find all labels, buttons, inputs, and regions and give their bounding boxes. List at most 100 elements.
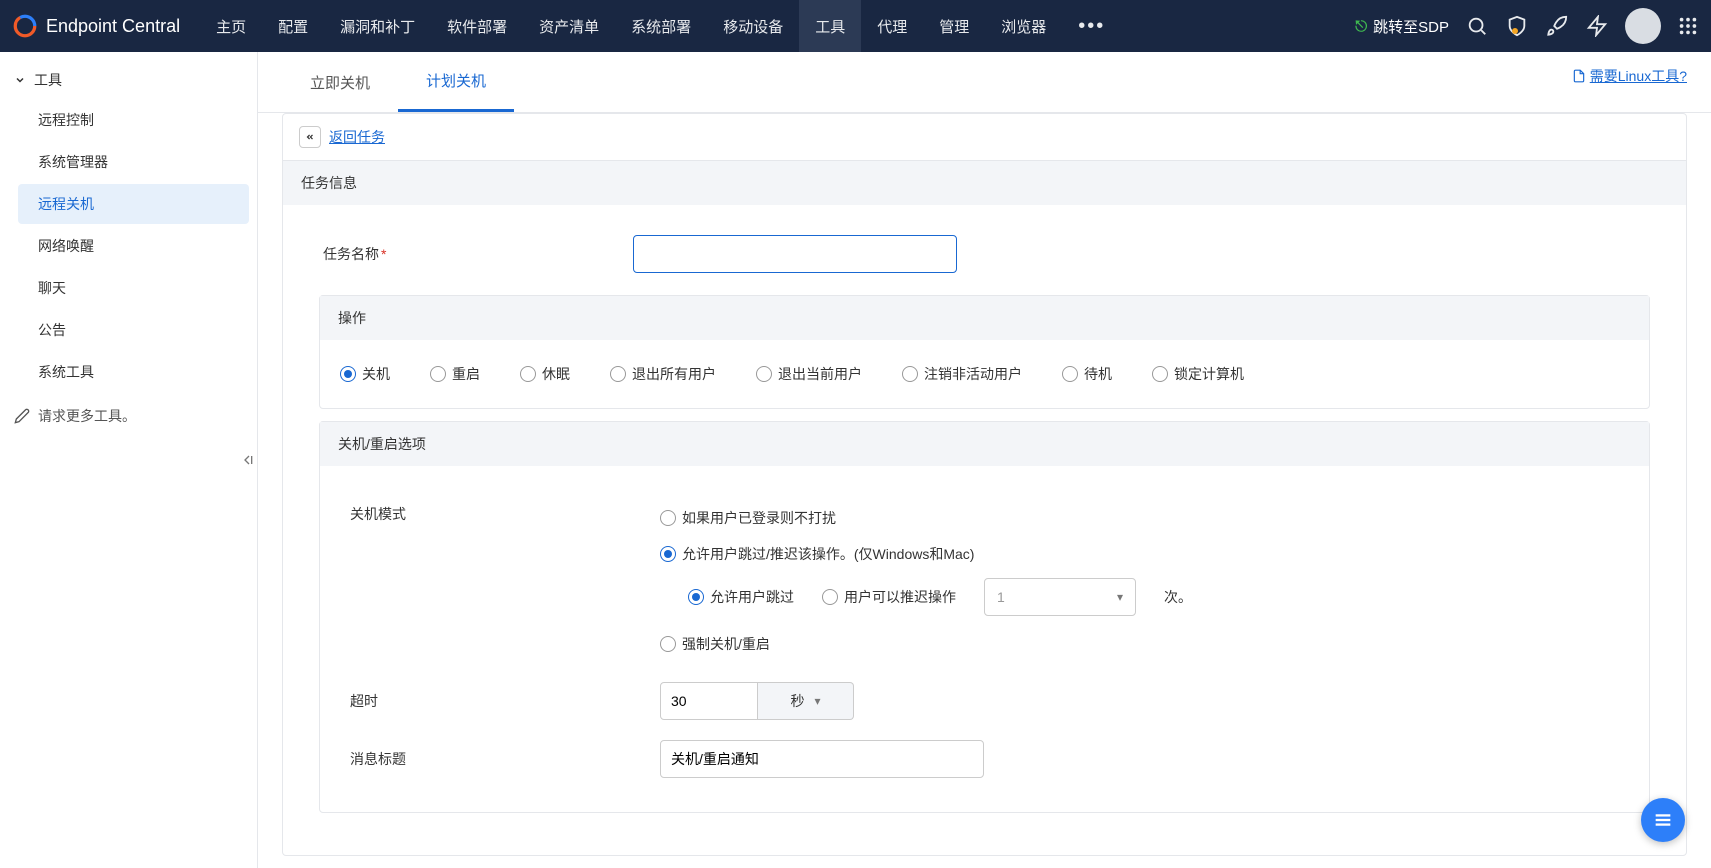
linux-tools-link[interactable]: 需要Linux工具? — [1572, 66, 1687, 86]
avatar[interactable] — [1625, 8, 1661, 44]
operation-panel: 操作 关机 重启 休眠 退出所有用户 退出当前用户 注销非活动用户 待机 锁定计… — [319, 295, 1650, 409]
op-restart[interactable]: 重启 — [430, 364, 480, 384]
section-task-info-header: 任务信息 — [283, 160, 1686, 205]
pencil-icon — [14, 408, 30, 424]
sdp-link[interactable]: ⎋ 跳转至SDP — [1355, 16, 1449, 37]
sdp-link-text: 跳转至SDP — [1373, 16, 1449, 37]
shutdown-options-header: 关机/重启选项 — [320, 422, 1649, 466]
radio-icon — [610, 366, 626, 382]
nav-home[interactable]: 主页 — [200, 0, 262, 52]
main-content: 立即关机 计划关机 需要Linux工具? 返回任务 任务信息 任务名称* — [258, 52, 1711, 868]
delay-count-value: 1 — [997, 589, 1005, 605]
op-hibernate[interactable]: 休眠 — [520, 364, 570, 384]
timeout-input[interactable] — [660, 682, 758, 720]
times-suffix: 次。 — [1164, 587, 1192, 607]
delay-count-select[interactable]: 1 ▾ — [984, 578, 1136, 616]
brand[interactable]: Endpoint Central — [12, 13, 180, 39]
main-nav: 主页 配置 漏洞和补丁 软件部署 资产清单 系统部署 移动设备 工具 代理 管理… — [200, 0, 1121, 52]
operation-options: 关机 重启 休眠 退出所有用户 退出当前用户 注销非活动用户 待机 锁定计算机 — [340, 364, 1629, 384]
operation-header: 操作 — [320, 296, 1649, 340]
sidebar-item-system-manager[interactable]: 系统管理器 — [18, 142, 249, 182]
radio-icon — [660, 510, 676, 526]
sidebar-item-wake-on-lan[interactable]: 网络唤醒 — [18, 226, 249, 266]
task-name-label: 任务名称* — [283, 244, 633, 264]
chevron-down-icon: ▾ — [814, 694, 820, 708]
nav-inventory[interactable]: 资产清单 — [523, 0, 615, 52]
timeout-label: 超时 — [340, 691, 660, 711]
sidebar-request-more[interactable]: 请求更多工具。 — [0, 394, 257, 438]
nav-admin[interactable]: 管理 — [923, 0, 985, 52]
op-logoff-current[interactable]: 退出当前用户 — [756, 364, 862, 384]
double-chevron-left-icon — [303, 132, 317, 142]
radio-icon — [756, 366, 772, 382]
collapse-left-icon — [239, 452, 255, 468]
sidebar-group-label: 工具 — [34, 70, 62, 90]
radio-icon — [340, 366, 356, 382]
nav-more[interactable]: ••• — [1062, 0, 1121, 52]
submode-user-delay[interactable]: 用户可以推迟操作 — [822, 587, 956, 607]
sidebar-item-remote-control[interactable]: 远程控制 — [18, 100, 249, 140]
linux-tools-link-text: 需要Linux工具? — [1590, 66, 1687, 86]
nav-patch[interactable]: 漏洞和补丁 — [324, 0, 431, 52]
logo-icon — [12, 13, 38, 39]
shield-icon[interactable] — [1505, 14, 1529, 38]
radio-icon — [660, 546, 676, 562]
brand-text: Endpoint Central — [46, 16, 180, 37]
back-link[interactable]: 返回任务 — [329, 127, 385, 147]
back-button[interactable] — [299, 126, 321, 148]
help-fab[interactable] — [1641, 798, 1685, 842]
sidebar-item-chat[interactable]: 聊天 — [18, 268, 249, 308]
nav-tools[interactable]: 工具 — [799, 0, 861, 52]
nav-browser[interactable]: 浏览器 — [985, 0, 1062, 52]
tabs: 立即关机 计划关机 需要Linux工具? — [258, 52, 1711, 113]
bolt-icon[interactable] — [1585, 14, 1609, 38]
shutdown-options-panel: 关机/重启选项 关机模式 如果用户已登录则不打扰 允许用户跳过/推迟该操作。(仅… — [319, 421, 1650, 813]
sidebar-group-tools[interactable]: 工具 — [0, 62, 257, 98]
timeout-unit-value: 秒 — [790, 691, 804, 711]
sidebar-item-announcement[interactable]: 公告 — [18, 310, 249, 350]
message-title-input[interactable] — [660, 740, 984, 778]
task-name-input[interactable] — [633, 235, 957, 273]
radio-icon — [1152, 366, 1168, 382]
mode-allow-skip-delay[interactable]: 允许用户跳过/推迟该操作。(仅Windows和Mac) — [660, 544, 974, 564]
menu-icon — [1652, 809, 1674, 831]
topbar-right: ⎋ 跳转至SDP — [1355, 8, 1699, 44]
apps-grid-icon[interactable] — [1677, 15, 1699, 37]
sidebar-item-system-tools[interactable]: 系统工具 — [18, 352, 249, 392]
tab-shutdown-scheduled[interactable]: 计划关机 — [398, 52, 514, 112]
radio-icon — [660, 636, 676, 652]
shutdown-mode-label: 关机模式 — [340, 500, 660, 524]
radio-icon — [1062, 366, 1078, 382]
op-shutdown[interactable]: 关机 — [340, 364, 390, 384]
chevron-down-icon: ▾ — [1117, 590, 1123, 604]
nav-osdeploy[interactable]: 系统部署 — [615, 0, 707, 52]
radio-icon — [902, 366, 918, 382]
sidebar-request-more-label: 请求更多工具。 — [38, 406, 136, 426]
search-icon[interactable] — [1465, 14, 1489, 38]
content-card: 返回任务 任务信息 任务名称* 操作 关机 重启 休眠 — [282, 113, 1687, 856]
message-title-label: 消息标题 — [340, 749, 660, 769]
radio-icon — [822, 589, 838, 605]
timeout-unit-select[interactable]: 秒 ▾ — [758, 682, 854, 720]
radio-icon — [430, 366, 446, 382]
op-logoff-all[interactable]: 退出所有用户 — [610, 364, 716, 384]
op-lock[interactable]: 锁定计算机 — [1152, 364, 1244, 384]
mode-dnd[interactable]: 如果用户已登录则不打扰 — [660, 508, 836, 528]
sdp-icon: ⎋ — [1355, 18, 1367, 35]
op-standby[interactable]: 待机 — [1062, 364, 1112, 384]
radio-icon — [520, 366, 536, 382]
sidebar-collapse[interactable] — [237, 446, 257, 474]
nav-software[interactable]: 软件部署 — [431, 0, 523, 52]
mode-force[interactable]: 强制关机/重启 — [660, 634, 770, 654]
top-bar: Endpoint Central 主页 配置 漏洞和补丁 软件部署 资产清单 系… — [0, 0, 1711, 52]
op-logoff-inactive[interactable]: 注销非活动用户 — [902, 364, 1022, 384]
nav-mobile[interactable]: 移动设备 — [707, 0, 799, 52]
sidebar: 工具 远程控制 系统管理器 远程关机 网络唤醒 聊天 公告 系统工具 请求更多工… — [0, 52, 258, 868]
sidebar-item-remote-shutdown[interactable]: 远程关机 — [18, 184, 249, 224]
rocket-icon[interactable] — [1545, 14, 1569, 38]
chevron-down-icon — [14, 74, 26, 86]
tab-shutdown-now[interactable]: 立即关机 — [282, 54, 398, 111]
nav-config[interactable]: 配置 — [262, 0, 324, 52]
nav-agent[interactable]: 代理 — [861, 0, 923, 52]
submode-allow-skip[interactable]: 允许用户跳过 — [688, 587, 794, 607]
